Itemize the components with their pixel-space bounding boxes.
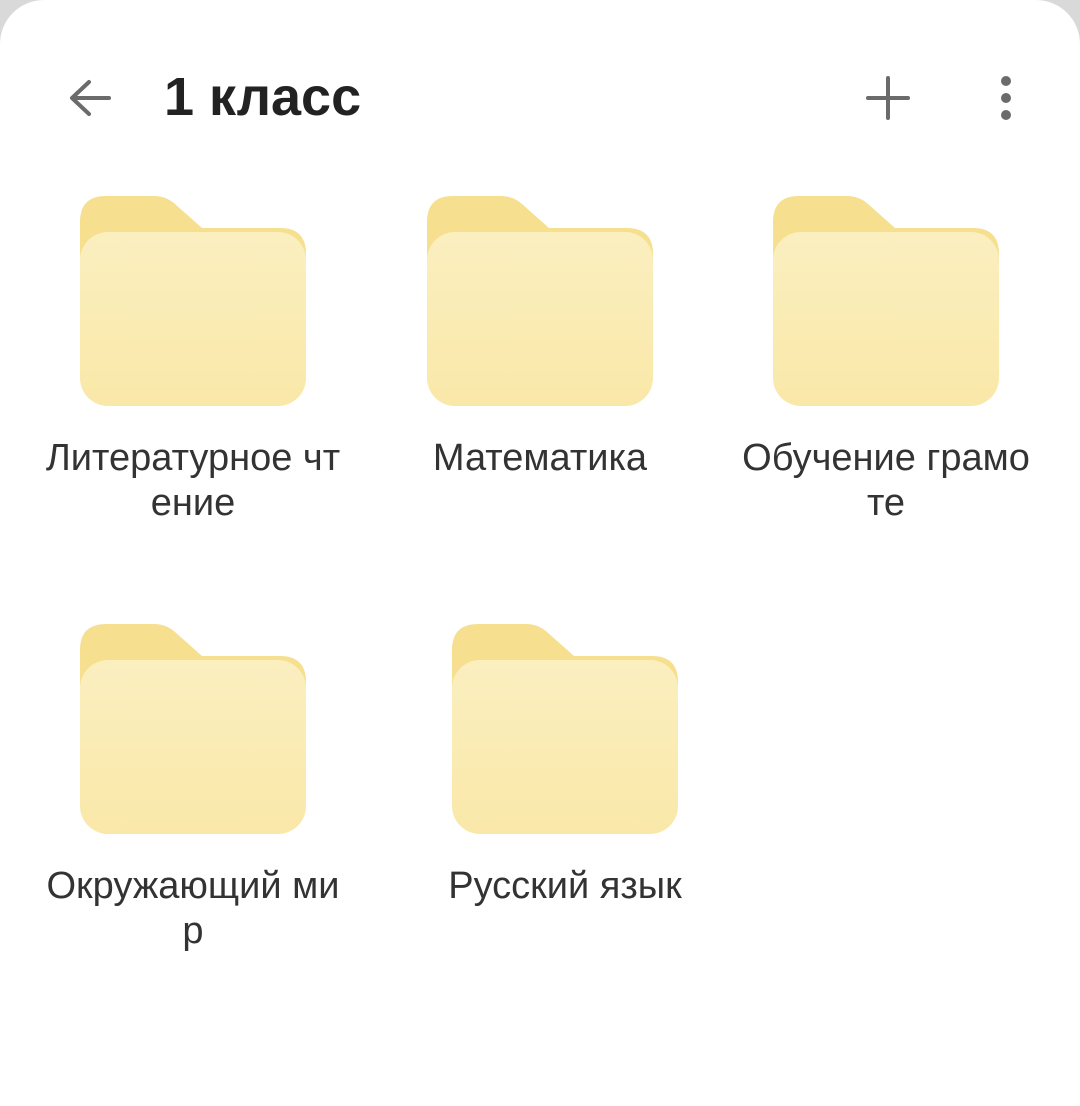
folder-sheet: 1 класс Литературное чтение Математика О…: [0, 0, 1080, 1106]
folder-label: Литературное чтение: [45, 437, 341, 524]
folder-grid: Литературное чтение Математика Обучение …: [0, 0, 1080, 1106]
folder-label: Русский язык: [448, 865, 682, 907]
folder-icon: [80, 624, 306, 834]
folder-label: Обучение грамоте: [742, 437, 1030, 524]
folder-icon: [427, 196, 653, 406]
folder-icon: [773, 196, 999, 406]
folder-label: Окружающий мир: [46, 865, 340, 952]
folder-icon: [80, 196, 306, 406]
folder-icon: [452, 624, 678, 834]
folder-label: Математика: [432, 437, 648, 479]
